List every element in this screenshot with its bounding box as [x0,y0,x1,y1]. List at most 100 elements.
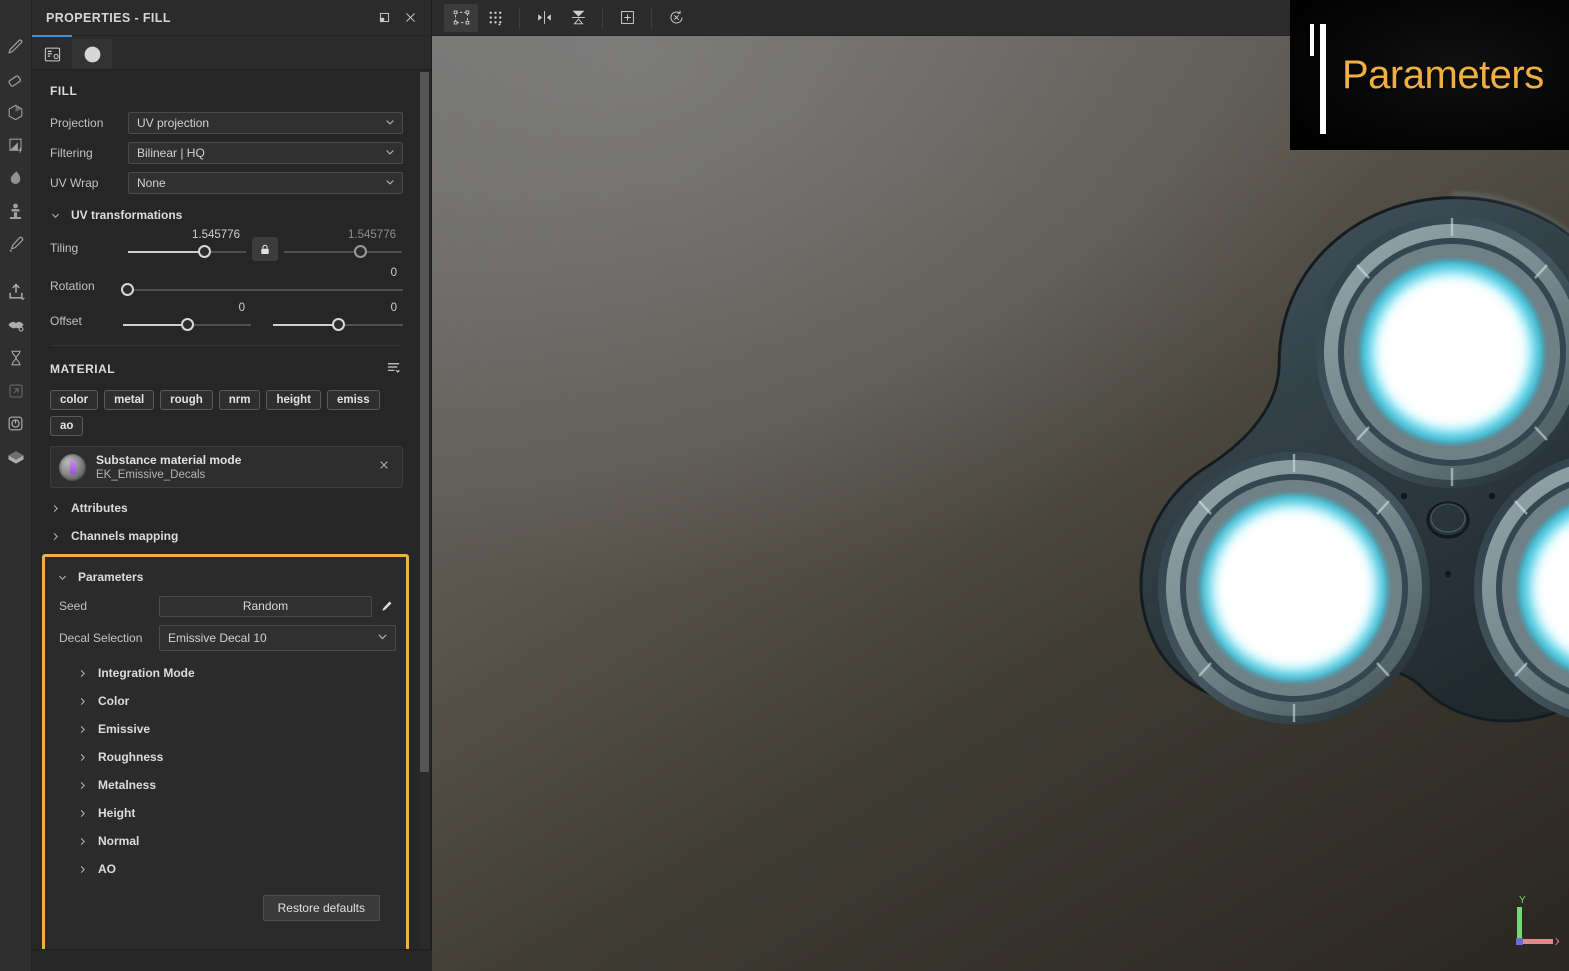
ao-group[interactable]: AO [45,855,406,883]
reset-circle-icon [669,10,683,24]
chevron-right-icon [77,864,88,875]
emissive-group[interactable]: Emissive [45,715,406,743]
projection-plane-icon [571,10,585,25]
export-tool[interactable] [0,275,32,308]
channel-button-emiss[interactable]: emiss [326,390,380,410]
properties-panel: PROPERTIES - FILL FILL Projection UV pro… [32,0,464,971]
normal-group[interactable]: Normal [45,827,406,855]
polygon-fill-tool[interactable] [0,129,32,162]
channel-button-height[interactable]: height [266,390,321,410]
chevron-down-icon [384,146,396,161]
channel-button-color[interactable]: color [50,390,99,410]
offset-u-value: 0 [238,302,245,314]
color-group[interactable]: Color [45,687,406,715]
channel-button-nrm[interactable]: nrm [218,390,261,410]
close-panel-button[interactable] [397,5,423,31]
properties-title-bar: PROPERTIES - FILL [32,0,431,36]
attributes-label: Attributes [71,501,128,515]
uv-grid-button[interactable] [478,4,512,32]
parameters-group[interactable]: Parameters [45,563,406,591]
callout-text: Parameters [1342,52,1544,97]
material-sphere-icon [84,46,100,62]
smudge-tool[interactable] [0,162,32,195]
channel-button-metal[interactable]: metal [104,390,155,410]
bake-tool[interactable] [0,308,32,341]
material-options-icon[interactable] [386,360,401,378]
pick-color-tool[interactable] [0,228,32,261]
material-section-heading: MATERIAL [32,346,417,388]
page-title: PROPERTIES - FILL [46,10,171,25]
3d-model-emissive-decal [1132,170,1569,790]
tiling-u-slider[interactable]: 1.545776 [128,229,246,263]
brush-tool[interactable] [0,30,32,63]
chevron-down-icon [57,572,68,583]
decal-selection-select[interactable]: Emissive Decal 10 [159,625,396,651]
fill-section-heading: FILL [50,84,78,98]
projection-tool[interactable] [0,96,32,129]
filtering-select[interactable]: Bilinear | HQ [128,142,403,164]
tab-properties[interactable] [32,35,72,69]
uv-transformations-group[interactable]: UV transformations [32,198,417,229]
axis-gizmo: Y X [1489,889,1562,959]
uv-wrap-select[interactable]: None [128,172,403,194]
eraser-tool[interactable] [0,63,32,96]
decal-selection-value: Emissive Decal 10 [168,631,267,645]
restore-defaults-button[interactable]: Restore defaults [262,895,380,921]
parameters-label: Parameters [78,570,144,584]
chevron-right-icon [77,696,88,707]
baking-queue-tool[interactable] [0,341,32,374]
channel-button-ao[interactable]: ao [50,416,84,436]
edit-seed-icon[interactable] [376,600,396,613]
properties-scrollbar[interactable] [420,72,429,969]
height-group[interactable]: Height [45,799,406,827]
offset-u-slider[interactable]: 0 [123,302,251,336]
substance-material-card[interactable]: Substance material mode EK_Emissive_Deca… [50,446,403,488]
channels-mapping-group[interactable]: Channels mapping [32,522,417,550]
emissive-label: Emissive [98,722,151,736]
seed-label: Seed [59,599,88,613]
channel-button-rough[interactable]: rough [160,390,213,410]
tiling-v-slider[interactable]: 1.545776 [284,229,402,263]
reset-camera-button[interactable] [659,4,693,32]
restore-window-button[interactable] [371,5,397,31]
asset-box-tool[interactable] [0,440,32,473]
properties-scroll-area: FILL Projection UV projection Filtering … [32,70,431,971]
resource-link-tool[interactable] [0,374,32,407]
chevron-down-icon [384,176,396,191]
parameters-callout: Parameters [1290,0,1569,150]
rotation-slider[interactable]: 0 [120,267,403,301]
symmetry-button[interactable] [527,4,561,32]
offset-v-slider[interactable]: 0 [273,302,403,336]
offset-v-value: 0 [390,302,397,314]
tiling-label: Tiling [50,241,79,255]
properties-list-icon [44,47,60,61]
roughness-group[interactable]: Roughness [45,743,406,771]
row-filtering: Filtering Bilinear | HQ [32,138,417,168]
chevron-down-icon [384,116,396,131]
left-tool-rail [0,0,32,971]
filtering-label: Filtering [50,146,93,160]
tiling-lock-toggle[interactable] [252,237,278,261]
callout-bars-icon [1310,16,1336,134]
integration-mode-group[interactable]: Integration Mode [45,659,406,687]
integration-mode-label: Integration Mode [98,666,195,680]
flatten-button[interactable] [561,4,595,32]
tab-material[interactable] [72,39,112,69]
projection-select[interactable]: UV projection [128,112,403,134]
seed-field[interactable]: Random [159,595,372,617]
iray-render-tool[interactable] [0,407,32,440]
tiling-v-value: 1.545776 [348,229,396,241]
clone-tool[interactable] [0,195,32,228]
attributes-group[interactable]: Attributes [32,494,417,522]
remove-material-button[interactable] [374,458,394,476]
row-uv-wrap: UV Wrap None [32,168,417,198]
material-heading-text: MATERIAL [50,362,116,376]
scrollbar-thumb[interactable] [420,72,429,772]
metalness-group[interactable]: Metalness [45,771,406,799]
chevron-down-icon [376,630,389,646]
selection-mode-button[interactable] [444,3,478,32]
chevron-right-icon [77,752,88,763]
add-camera-button[interactable] [610,4,644,32]
3d-viewport[interactable]: Y X Parameters [432,0,1569,971]
chevron-right-icon [77,668,88,679]
